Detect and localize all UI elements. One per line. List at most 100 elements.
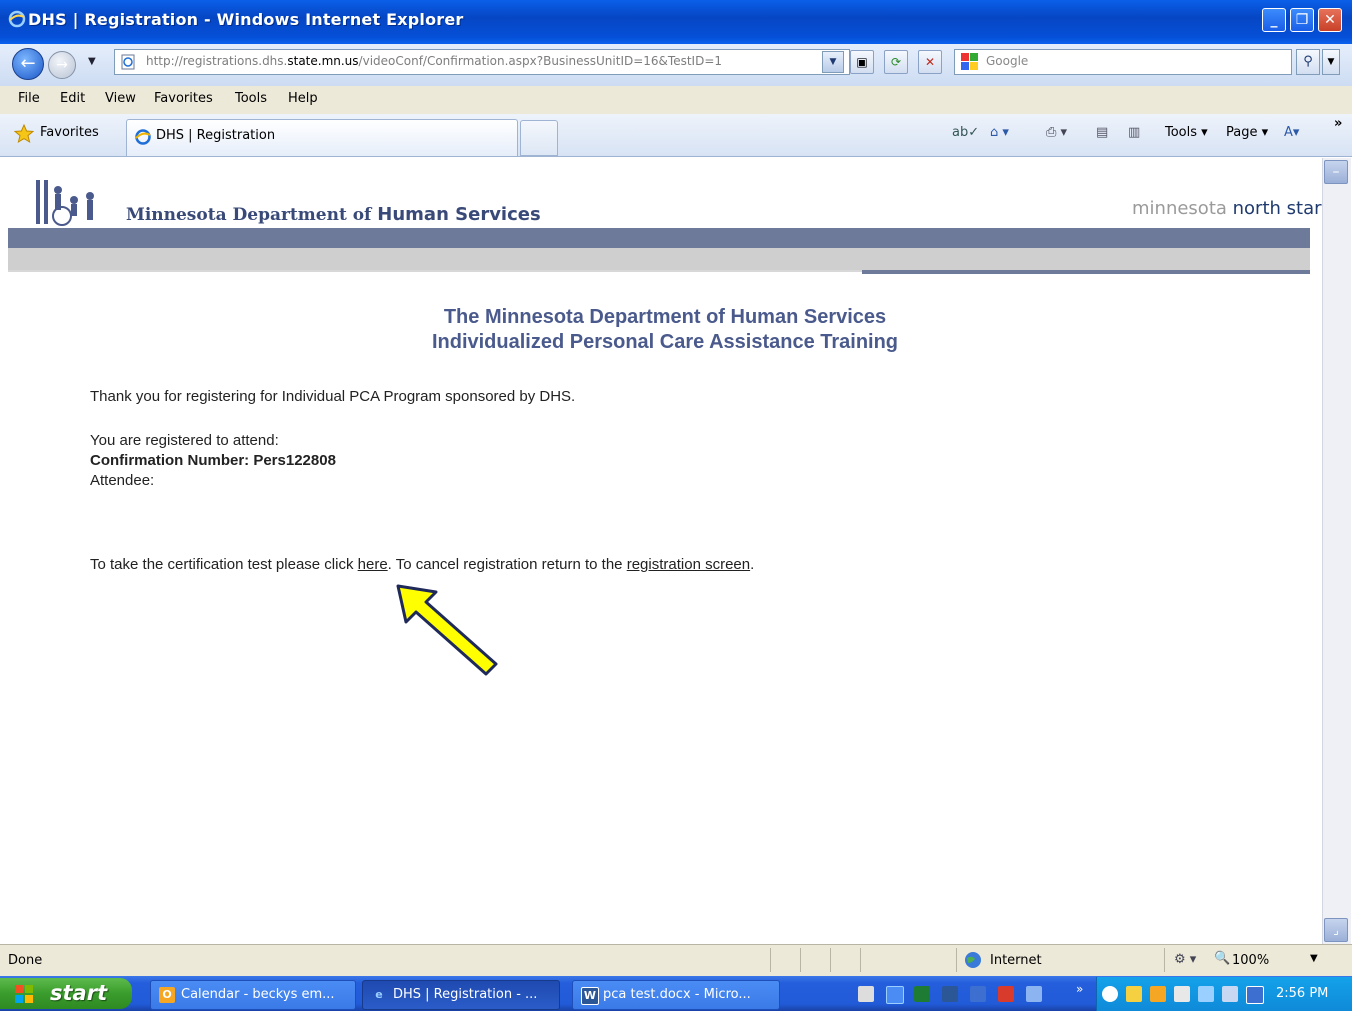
status-separator	[770, 948, 771, 972]
quicklaunch-excel-icon[interactable]	[914, 986, 930, 1002]
menu-view[interactable]: View	[105, 91, 136, 106]
status-separator	[800, 948, 801, 972]
zoom-dropdown-icon[interactable]: ▼	[1310, 953, 1318, 964]
google-icon	[961, 53, 978, 70]
department-name: Minnesota Department of Human Services	[126, 204, 541, 225]
windows-logo-icon	[15, 985, 33, 1003]
ie-icon	[135, 129, 151, 145]
address-url[interactable]: http://registrations.dhs.state.mn.us/vid…	[146, 54, 722, 68]
tray-app-icon[interactable]	[1222, 986, 1238, 1002]
taskbar-item-word[interactable]: W pca test.docx - Micro...	[572, 980, 780, 1010]
search-icon[interactable]: ⚲	[1296, 49, 1320, 75]
tab-label[interactable]: DHS | Registration	[156, 128, 275, 143]
status-text: Done	[8, 953, 43, 968]
registered-text: You are registered to attend:	[90, 432, 279, 449]
quicklaunch-ie-icon[interactable]	[886, 986, 904, 1004]
status-separator	[830, 948, 831, 972]
page-menu[interactable]: Page ▾	[1226, 125, 1268, 140]
yellow-arrow-annotation	[396, 584, 498, 676]
menu-edit[interactable]: Edit	[60, 91, 85, 106]
vertical-scrollbar[interactable]	[1322, 158, 1351, 944]
zoom-level[interactable]: 100%	[1232, 953, 1269, 968]
page-viewport	[8, 158, 1322, 944]
status-bar	[0, 944, 1352, 977]
tray-network-icon[interactable]	[1198, 986, 1214, 1002]
tray-volume-icon[interactable]	[1174, 986, 1190, 1002]
tray-mail-icon[interactable]	[1126, 986, 1142, 1002]
history-dropdown-icon[interactable]: ▼	[88, 56, 96, 67]
scroll-up-button[interactable]: –	[1324, 160, 1348, 184]
forward-button[interactable]: →	[48, 51, 76, 79]
status-separator	[860, 948, 861, 972]
favorites-button[interactable]: Favorites	[40, 125, 99, 140]
scroll-down-button[interactable]: ⌟	[1324, 918, 1348, 942]
status-separator	[1164, 948, 1165, 972]
taskbar-item-label: Calendar - beckys em...	[181, 987, 335, 1002]
word-icon: W	[581, 987, 599, 1005]
clock: 2:56 PM	[1276, 986, 1329, 1001]
quicklaunch-word-icon[interactable]	[942, 986, 958, 1002]
here-link[interactable]: here	[358, 556, 388, 573]
back-button[interactable]: ←	[12, 48, 44, 80]
address-dropdown-icon[interactable]: ▼	[822, 51, 844, 73]
quicklaunch-calendar-icon[interactable]	[970, 986, 986, 1002]
taskbar-item-dhs[interactable]: e DHS | Registration - ...	[362, 980, 560, 1010]
tools-menu[interactable]: Tools ▾	[1165, 125, 1208, 140]
maximize-button[interactable]: ❐	[1290, 8, 1314, 32]
divider	[8, 270, 862, 272]
new-tab-button[interactable]	[520, 120, 558, 156]
search-options-icon[interactable]: ▼	[1322, 49, 1340, 75]
menu-tools[interactable]: Tools	[235, 91, 267, 106]
header-subband	[8, 248, 1310, 270]
page-icon	[121, 54, 135, 70]
instruction-text: To take the certification test please cl…	[90, 556, 755, 573]
globe-icon	[965, 952, 981, 968]
outlook-icon: O	[159, 987, 175, 1003]
ie-icon	[8, 10, 26, 28]
tray-outlook-icon[interactable]	[1150, 986, 1166, 1002]
dhs-logo	[36, 180, 94, 226]
compatibility-view-icon[interactable]: ▣	[850, 50, 874, 74]
refresh-icon[interactable]: ⟳	[884, 50, 908, 74]
page-heading: The Minnesota Department of Human Servic…	[443, 306, 887, 328]
search-placeholder: Google	[986, 54, 1029, 68]
taskbar-item-label: DHS | Registration - ...	[393, 987, 538, 1002]
taskbar-item-label: pca test.docx - Micro...	[603, 987, 751, 1002]
safety-icon[interactable]: A▾	[1284, 125, 1299, 140]
ie-icon: e	[375, 988, 383, 1001]
feeds-icon[interactable]: ▤	[1096, 125, 1108, 140]
confirmation-number: Confirmation Number: Pers122808	[90, 452, 336, 469]
window-title: DHS | Registration - Windows Internet Ex…	[28, 10, 464, 29]
print-icon[interactable]: ⎙ ▾	[1046, 125, 1067, 140]
registration-screen-link[interactable]: registration screen	[627, 556, 750, 573]
menu-help[interactable]: Help	[288, 91, 318, 106]
taskbar-item-calendar[interactable]: O Calendar - beckys em...	[150, 980, 356, 1010]
quicklaunch-doc-icon[interactable]	[1026, 986, 1042, 1002]
read-mail-icon[interactable]: ▥	[1128, 125, 1140, 140]
spellcheck-icon[interactable]: ab✓	[952, 125, 979, 140]
tray-security-icon[interactable]	[1246, 986, 1264, 1004]
stop-icon[interactable]: ✕	[918, 50, 942, 74]
quicklaunch-mail-icon[interactable]	[998, 986, 1014, 1002]
protected-mode-icon[interactable]: ⚙ ▾	[1174, 952, 1196, 967]
thank-you-text: Thank you for registering for Individual…	[90, 388, 576, 405]
northstar-logo: minnesota north star)	[1132, 198, 1329, 219]
attendee-label: Attendee:	[90, 472, 155, 489]
divider-accent	[862, 270, 1310, 274]
minimize-button[interactable]: _	[1262, 8, 1286, 32]
start-label[interactable]: start	[50, 981, 107, 1005]
header-band	[8, 228, 1310, 248]
quicklaunch-icon[interactable]	[858, 986, 874, 1002]
quicklaunch-more-icon[interactable]: »	[1076, 982, 1083, 996]
more-chevron-icon[interactable]: »	[1334, 116, 1342, 131]
tray-expand-icon[interactable]	[1102, 986, 1118, 1002]
security-zone[interactable]: Internet	[990, 953, 1042, 968]
status-separator	[956, 948, 957, 972]
close-button[interactable]: ✕	[1318, 8, 1342, 32]
favorites-star-icon[interactable]	[14, 124, 34, 144]
menu-file[interactable]: File	[18, 91, 40, 106]
home-icon[interactable]: ⌂ ▾	[990, 125, 1009, 140]
menu-favorites[interactable]: Favorites	[154, 91, 213, 106]
page-subheading: Individualized Personal Care Assistance …	[431, 331, 899, 353]
zoom-icon[interactable]: 🔍	[1214, 951, 1230, 966]
